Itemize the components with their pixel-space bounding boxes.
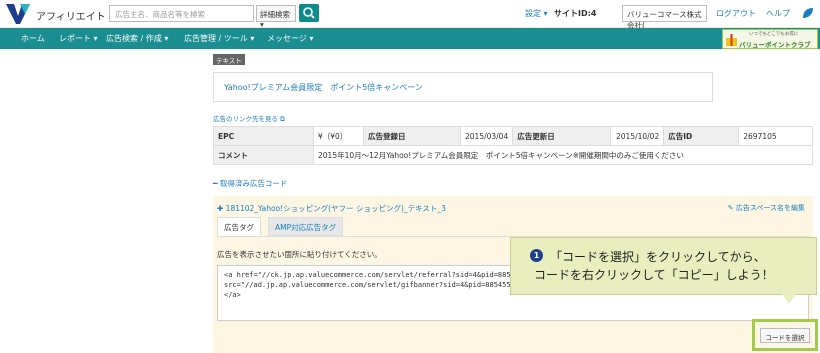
advanced-search-button[interactable]: 詳細検索 ▾ [256,5,296,29]
registered-value: 2015/03/04 [459,126,514,146]
settings-menu[interactable]: 設定 ▾ [525,8,548,19]
value-point-club-banner[interactable]: いつでもどこでもお得に バリューポイントクラブ [722,29,818,49]
select-code-button[interactable]: コードを選択 [760,328,810,343]
link-destination-link[interactable]: 広告のリンク先を見る ⧉ [213,113,285,124]
banner-title: バリューポイントクラブ [739,41,811,49]
link-destination-label: 広告のリンク先を見る [213,115,278,123]
step-number-badge: 1 [530,249,543,262]
ad-id-header: 広告ID [663,126,740,146]
nav-reports[interactable]: レポート ▾ [59,33,98,44]
external-link-icon: ⧉ [280,115,285,123]
callout-pointer [782,294,796,304]
ad-info-table: EPC ¥（¥0） 広告登録日 2015/03/04 広告更新日 2015/10… [213,126,813,165]
main-nav: ホーム レポート ▾ 広告検索 / 作成 ▾ 広告管理 / ツール ▾ メッセー… [0,28,820,49]
tab-amp-ad-tag[interactable]: AMP対応広告タグ [268,217,344,236]
gift-icon [726,34,737,46]
edit-ad-space-name-link[interactable]: ✎ 広告スペース名を編集 [728,203,805,213]
table-row: EPC ¥（¥0） 広告登録日 2015/03/04 広告更新日 2015/10… [213,126,813,146]
ad-text-link[interactable]: Yahoo!プレミアム会員限定 ポイント5倍キャンペーン [224,82,423,93]
top-header: アフィリエイト 広告主名、商品名等を検索 詳細検索 ▾ 設定 ▾ サイトID:4… [0,0,820,30]
ad-type-tag: テキスト [213,54,245,65]
nav-ad-search[interactable]: 広告検索 / 作成 ▾ [106,33,168,44]
nav-ad-management[interactable]: 広告管理 / ツール ▾ [184,33,254,44]
nav-home[interactable]: ホーム [21,33,45,44]
updated-value: 2015/10/02 [610,126,665,146]
updated-header: 広告更新日 [512,126,612,146]
site-id-label: サイトID:4 [554,9,597,18]
nav-messages[interactable]: メッセージ ▾ [267,33,313,44]
fetched-code-toggle[interactable]: ━ 取得済み広告コード [213,178,287,189]
tab-ad-tag[interactable]: 広告タグ [217,217,261,236]
callout-line-1: 「コードを選択」をクリックしてから、 [550,250,766,264]
logout-link[interactable]: ログアウト [716,8,756,19]
select-code-highlight: コードを選択 [752,319,818,351]
app-name[interactable]: アフィリエイト [36,8,106,23]
site-select[interactable]: バリューコマース株式会社( [622,5,707,30]
paste-instruction: 広告を表示させたい箇所に貼り付けてください。 [217,250,382,259]
comment-value: 2015年10月〜12月Yahoo!プレミアム会員限定 ポイント5倍キャンペーン… [313,145,813,165]
vc-logo-icon[interactable] [6,4,30,24]
search-button[interactable] [299,4,319,22]
ad-id-value: 2697105 [738,126,813,146]
help-link[interactable]: ヘルプ [766,8,790,19]
search-icon [303,7,315,19]
registered-header: 広告登録日 [363,126,461,146]
banner-subtitle: いつでもどこでもお得に [749,32,799,37]
ad-text-preview: Yahoo!プレミアム会員限定 ポイント5倍キャンペーン [213,72,713,102]
search-input[interactable]: 広告主名、商品名等を検索 [109,5,254,22]
ad-space-title[interactable]: ✚ 181102_Yahoo!ショッピング(ヤフー ショッピング)_テキスト_3 [217,203,446,214]
callout-line-2: コードを右クリックして「コピー」しよう！ [534,268,774,282]
comment-header: コメント [213,145,314,165]
table-row: コメント 2015年10月〜12月Yahoo!プレミアム会員限定 ポイント5倍キ… [213,145,813,165]
leaf-icon[interactable] [802,7,814,19]
epc-header: EPC [213,126,314,146]
epc-value: ¥（¥0） [313,126,364,146]
